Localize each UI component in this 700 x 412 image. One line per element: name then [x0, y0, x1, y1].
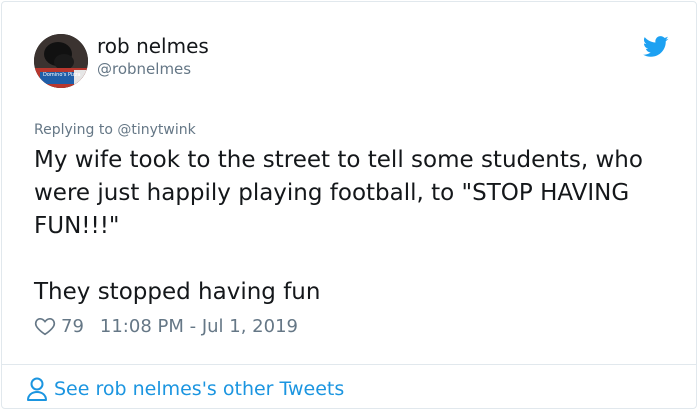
- user-handle[interactable]: @robnelmes: [97, 60, 191, 78]
- tweet-text: My wife took to the street to tell some …: [34, 147, 643, 305]
- avatar-image: [34, 34, 88, 88]
- display-name[interactable]: rob nelmes: [97, 34, 209, 58]
- tweet-card: Domino's Pizza rob nelmes @robnelmes Rep…: [1, 1, 697, 409]
- replying-to-label: Replying to: [34, 122, 118, 138]
- person-icon: [27, 377, 47, 401]
- tweet-meta: 79 11:08 PM - Jul 1, 2019: [34, 312, 298, 340]
- replying-to: Replying to @tinytwink: [34, 122, 196, 138]
- reply-mention-link[interactable]: @tinytwink: [117, 122, 195, 138]
- see-other-tweets-link[interactable]: See rob nelmes's other Tweets: [26, 374, 344, 404]
- tweet-timestamp[interactable]: 11:08 PM - Jul 1, 2019: [100, 316, 298, 337]
- divider: [2, 364, 696, 365]
- avatar[interactable]: Domino's Pizza: [34, 34, 88, 88]
- like-count[interactable]: 79: [61, 316, 84, 337]
- twitter-bird-icon[interactable]: [643, 36, 669, 58]
- heart-icon[interactable]: [34, 315, 56, 337]
- avatar-caption: Domino's Pizza: [43, 72, 81, 78]
- see-other-tweets-label[interactable]: See rob nelmes's other Tweets: [54, 378, 344, 400]
